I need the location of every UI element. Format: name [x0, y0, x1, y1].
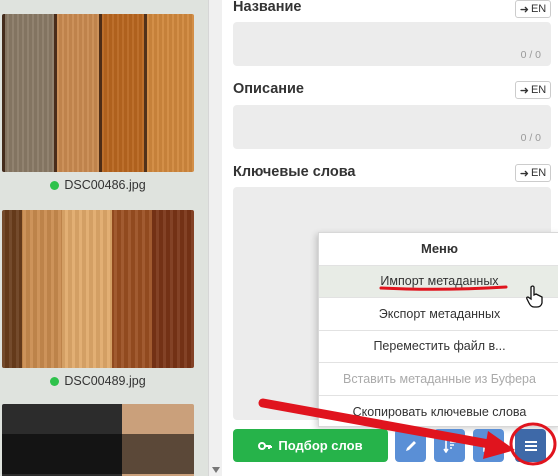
- keywords-lang: EN: [530, 167, 547, 179]
- thumbnail-caption: DSC00489.jpg: [2, 368, 194, 394]
- title-counter: 0 / 0: [520, 49, 541, 61]
- menu-button[interactable]: [515, 429, 546, 462]
- context-menu: Меню Импорт метаданных Экспорт метаданны…: [318, 232, 558, 427]
- status-dot-icon: [50, 180, 60, 190]
- thumbnail-card[interactable]: DSC00489.jpg: [2, 210, 194, 394]
- menu-item-label: Вставить метаданные из Буфера: [343, 371, 536, 386]
- menu-item-paste-metadata: Вставить метаданные из Буфера: [319, 363, 558, 396]
- word-pick-label: Подбор слов: [278, 438, 363, 453]
- status-dot-icon: [50, 376, 60, 386]
- thumbnail-card[interactable]: [2, 404, 194, 476]
- scroll-down-arrow-icon[interactable]: [212, 467, 220, 473]
- pencil-icon: [405, 440, 416, 451]
- thumbnail-image[interactable]: [2, 14, 194, 172]
- thumbnail-caption: DSC00486.jpg: [2, 172, 194, 198]
- thumbnail-filename: DSC00489.jpg: [64, 374, 146, 388]
- menu-item-label: Экспорт метаданных: [378, 306, 501, 321]
- title-lang: EN: [530, 3, 547, 15]
- hand-cursor-icon: [526, 285, 543, 308]
- gallery-scrollbar[interactable]: [208, 0, 222, 476]
- thumbnail-image[interactable]: [2, 210, 194, 368]
- sort-button[interactable]: [434, 429, 465, 462]
- menu-item-copy-keywords[interactable]: Скопировать ключевые слова: [319, 396, 558, 429]
- menu-item-import-metadata[interactable]: Импорт метаданных: [319, 265, 558, 298]
- menu-item-move-file[interactable]: Переместить файл в...: [319, 331, 558, 363]
- thumbnail-filename: DSC00486.jpg: [64, 178, 146, 192]
- sort-icon: [442, 439, 456, 453]
- menu-item-label: Импорт метаданных: [380, 274, 499, 289]
- key-icon: [258, 441, 273, 450]
- menu-item-label: Скопировать ключевые слова: [352, 404, 527, 419]
- keywords-translate-button[interactable]: ➜ EN: [515, 164, 551, 182]
- description-translate-button[interactable]: ➜ EN: [515, 81, 551, 99]
- floppy-icon: [482, 439, 495, 452]
- description-lang: EN: [530, 84, 547, 96]
- hamburger-icon: [524, 440, 537, 451]
- title-translate-button[interactable]: ➜ EN: [515, 0, 551, 18]
- description-input[interactable]: 0 / 0: [233, 105, 551, 149]
- description-label: Описание: [233, 81, 304, 97]
- menu-header: Меню: [319, 233, 558, 266]
- description-counter: 0 / 0: [520, 132, 541, 144]
- metadata-panel: Название ➜ EN 0 / 0 Описание ➜ EN 0 / 0 …: [222, 0, 558, 476]
- thumbnail-card[interactable]: DSC00486.jpg: [2, 14, 194, 198]
- arrow-right-icon: ➜: [519, 167, 529, 180]
- keywords-label: Ключевые слова: [233, 164, 356, 180]
- menu-item-export-metadata[interactable]: Экспорт метаданных: [319, 298, 558, 331]
- thumbnail-image[interactable]: [2, 404, 194, 476]
- title-label: Название: [233, 0, 302, 15]
- menu-item-label: Переместить файл в...: [373, 339, 506, 354]
- arrow-right-icon: ➜: [519, 84, 529, 97]
- title-input[interactable]: 0 / 0: [233, 22, 551, 66]
- thumbnail-gallery: DSC00486.jpg DSC00489.jpg: [0, 0, 208, 476]
- save-button[interactable]: [473, 429, 504, 462]
- edit-button[interactable]: [395, 429, 426, 462]
- arrow-right-icon: ➜: [519, 3, 529, 16]
- word-pick-button[interactable]: Подбор слов: [233, 429, 388, 462]
